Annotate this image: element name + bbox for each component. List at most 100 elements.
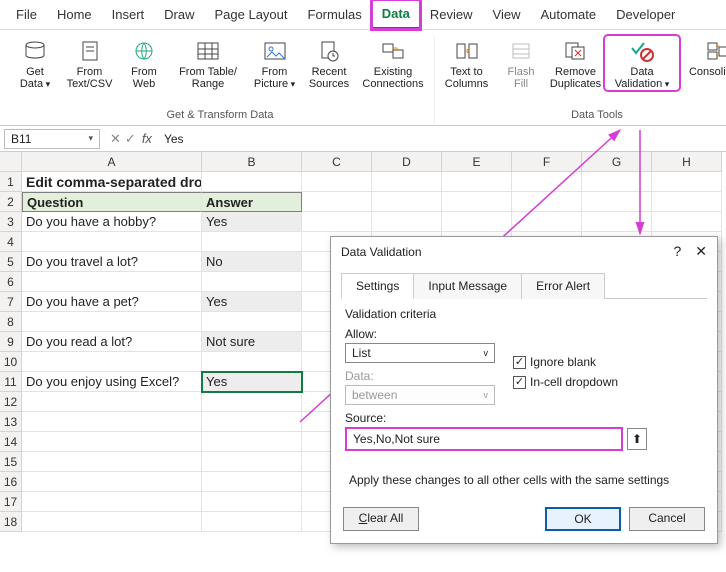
cell[interactable] (22, 392, 202, 412)
cell[interactable]: Not sure (202, 332, 302, 352)
row-header[interactable]: 9 (0, 332, 22, 352)
row-header[interactable]: 2 (0, 192, 22, 212)
row-header[interactable]: 17 (0, 492, 22, 512)
formula-cancel-icon[interactable]: ✕ (110, 131, 121, 147)
cell[interactable]: Do you have a pet? (22, 292, 202, 312)
name-box[interactable]: B11▾ (4, 129, 100, 149)
cell[interactable] (512, 172, 582, 192)
cell[interactable] (202, 432, 302, 452)
ok-button[interactable]: OK (545, 507, 621, 531)
cell[interactable] (202, 472, 302, 492)
row-header[interactable]: 8 (0, 312, 22, 332)
tab-data[interactable]: Data (372, 0, 420, 29)
cell[interactable] (372, 212, 442, 232)
cell[interactable] (22, 412, 202, 432)
cell[interactable] (512, 212, 582, 232)
cell[interactable] (652, 192, 722, 212)
cell[interactable] (652, 212, 722, 232)
cell[interactable] (442, 212, 512, 232)
cell[interactable]: Answer (202, 192, 302, 212)
cancel-button[interactable]: Cancel (629, 507, 705, 531)
cell[interactable] (512, 192, 582, 212)
consolidate-button[interactable]: Consolidate (681, 36, 726, 90)
existing-connections-button[interactable]: ExistingConnections (356, 36, 430, 90)
dialog-tab-settings[interactable]: Settings (341, 273, 414, 299)
row-header[interactable]: 4 (0, 232, 22, 252)
cell[interactable] (202, 452, 302, 472)
cell[interactable] (442, 172, 512, 192)
cell[interactable]: Do you enjoy using Excel? (22, 372, 202, 392)
cell[interactable] (22, 472, 202, 492)
cell[interactable] (202, 412, 302, 432)
cell[interactable]: No (202, 252, 302, 272)
cell[interactable] (582, 212, 652, 232)
col-header-h[interactable]: H (652, 152, 722, 172)
flash-fill-button[interactable]: FlashFill (496, 36, 546, 90)
from-web-button[interactable]: FromWeb (119, 36, 169, 90)
dialog-close-button[interactable]: ✕ (695, 243, 707, 260)
row-header[interactable]: 10 (0, 352, 22, 372)
row-header[interactable]: 18 (0, 512, 22, 532)
cell[interactable]: Yes▼ (202, 372, 302, 392)
tab-draw[interactable]: Draw (154, 1, 204, 28)
apply-all-checkbox[interactable]: Apply these changes to all other cells w… (345, 473, 703, 487)
tab-automate[interactable]: Automate (530, 1, 606, 28)
col-header-d[interactable]: D (372, 152, 442, 172)
row-header[interactable]: 16 (0, 472, 22, 492)
from-table-button[interactable]: From Table/Range (171, 36, 245, 90)
cell[interactable] (302, 192, 372, 212)
formula-value[interactable]: Yes (160, 132, 184, 146)
row-header[interactable]: 11 (0, 372, 22, 392)
cell[interactable] (22, 432, 202, 452)
cell[interactable]: Edit comma-separated drop down list (22, 172, 202, 192)
cell[interactable] (22, 352, 202, 372)
tab-file[interactable]: File (6, 1, 47, 28)
cell[interactable] (202, 312, 302, 332)
tab-developer[interactable]: Developer (606, 1, 685, 28)
row-header[interactable]: 15 (0, 452, 22, 472)
cell[interactable] (302, 172, 372, 192)
incell-dropdown-checkbox[interactable]: ✓In-cell dropdown (513, 375, 618, 389)
row-header[interactable]: 5 (0, 252, 22, 272)
cell[interactable]: Yes (202, 292, 302, 312)
cell[interactable] (22, 452, 202, 472)
cell[interactable] (202, 512, 302, 532)
row-header[interactable]: 12 (0, 392, 22, 412)
dialog-tab-error-alert[interactable]: Error Alert (521, 273, 605, 299)
cell[interactable] (22, 512, 202, 532)
tab-review[interactable]: Review (420, 1, 483, 28)
row-header[interactable]: 3 (0, 212, 22, 232)
cell[interactable] (372, 192, 442, 212)
data-validation-button[interactable]: DataValidation (605, 36, 679, 90)
cell[interactable] (582, 172, 652, 192)
row-header[interactable]: 6 (0, 272, 22, 292)
cell[interactable] (202, 392, 302, 412)
recent-sources-button[interactable]: RecentSources (304, 36, 354, 90)
source-input[interactable]: Yes,No,Not sure (345, 427, 623, 451)
ignore-blank-checkbox[interactable]: ✓Ignore blank (513, 355, 618, 369)
cell[interactable] (202, 492, 302, 512)
cell[interactable] (202, 232, 302, 252)
col-header-e[interactable]: E (442, 152, 512, 172)
cell[interactable] (582, 192, 652, 212)
col-header-g[interactable]: G (582, 152, 652, 172)
dialog-titlebar[interactable]: Data Validation ? ✕ (331, 237, 717, 266)
tab-insert[interactable]: Insert (102, 1, 155, 28)
tab-view[interactable]: View (483, 1, 531, 28)
select-all-corner[interactable] (0, 152, 22, 172)
col-header-c[interactable]: C (302, 152, 372, 172)
cell[interactable] (372, 172, 442, 192)
cell[interactable] (652, 172, 722, 192)
row-header[interactable]: 1 (0, 172, 22, 192)
cell[interactable] (22, 492, 202, 512)
allow-select[interactable]: Listv (345, 343, 495, 363)
cell[interactable]: Do you read a lot? (22, 332, 202, 352)
cell[interactable] (202, 352, 302, 372)
cell[interactable] (22, 272, 202, 292)
cell[interactable] (202, 272, 302, 292)
row-header[interactable]: 13 (0, 412, 22, 432)
cell[interactable] (22, 312, 202, 332)
from-picture-button[interactable]: FromPicture (247, 36, 302, 90)
dialog-tab-input-message[interactable]: Input Message (413, 273, 522, 299)
cell[interactable]: Do you travel a lot? (22, 252, 202, 272)
